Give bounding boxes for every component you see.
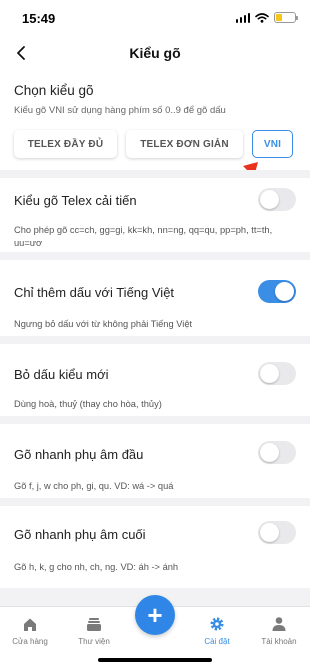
tab-store[interactable]: Cửa hàng: [0, 615, 60, 646]
setting-new-tone-style: Bỏ dấu kiểu mới Dùng hoà, thuỷ (thay cho…: [0, 344, 310, 416]
tab-settings[interactable]: Cài đặt: [187, 615, 247, 646]
setting-desc: Cho phép gõ cc=ch, gg=gi, kk=kh, nn=ng, …: [14, 225, 273, 248]
setting-telex-improved: Kiểu gõ Telex cải tiến Cho phép gõ cc=ch…: [0, 178, 310, 252]
divider: [0, 170, 310, 178]
home-icon: [24, 618, 36, 631]
tab-library[interactable]: Thư viện: [64, 615, 124, 646]
toggle-new-tone-style[interactable]: [258, 362, 296, 385]
setting-quick-final-consonant: Gõ nhanh phụ âm cuối Gõ h, k, g cho nh, …: [0, 506, 310, 588]
status-bar: 15:49: [0, 0, 310, 36]
setting-title: Chỉ thêm dấu với Tiếng Việt: [14, 285, 175, 300]
tab-account[interactable]: Tài khoản: [249, 615, 309, 646]
setting-title: Gõ nhanh phụ âm cuối: [14, 527, 146, 542]
tab-label: Tài khoản: [261, 637, 297, 646]
setting-title: Kiểu gõ Telex cải tiến: [14, 193, 137, 208]
tab-label: Thư viện: [78, 637, 110, 646]
battery-icon: [274, 12, 298, 23]
home-indicator: [98, 658, 212, 662]
settings-content: Chọn kiểu gõ Kiểu gõ VNI sử dụng hàng ph…: [0, 70, 310, 606]
input-method-options: TELEX ĐẦY ĐỦ TELEX ĐƠN GIẢN VNI: [14, 130, 293, 158]
gear-icon: [210, 617, 224, 631]
setting-title: Bỏ dấu kiểu mới: [14, 367, 109, 382]
setting-vietnamese-only: Chỉ thêm dấu với Tiếng Việt Ngưng bỏ dấu…: [0, 260, 310, 336]
add-button[interactable]: +: [135, 595, 175, 635]
divider: [0, 416, 310, 424]
option-vni[interactable]: VNI: [252, 130, 293, 158]
divider: [0, 498, 310, 506]
setting-desc: Gõ f, j, w cho ph, gi, qu. VD: wá -> quá: [14, 481, 174, 491]
library-icon: [87, 617, 101, 631]
status-time: 15:49: [22, 11, 56, 26]
nav-bar: Kiểu gõ: [0, 36, 310, 70]
input-method-section: Chọn kiểu gõ Kiểu gõ VNI sử dụng hàng ph…: [0, 70, 310, 188]
option-telex-full[interactable]: TELEX ĐẦY ĐỦ: [14, 130, 117, 158]
input-method-desc: Kiểu gõ VNI sử dụng hàng phím số 0..9 để…: [14, 105, 226, 116]
toggle-telex-improved[interactable]: [258, 188, 296, 211]
tab-label: Cửa hàng: [12, 637, 48, 646]
divider: [0, 252, 310, 260]
signal-icon: [235, 12, 250, 23]
setting-quick-initial-consonant: Gõ nhanh phụ âm đầu Gõ f, j, w cho ph, g…: [0, 424, 310, 498]
toggle-quick-final-consonant[interactable]: [258, 521, 296, 544]
user-icon: [272, 617, 286, 631]
status-icons: [235, 12, 298, 23]
input-method-title: Chọn kiểu gõ: [14, 83, 94, 98]
tab-label: Cài đặt: [204, 637, 230, 646]
setting-desc: Gõ h, k, g cho nh, ch, ng. VD: áh -> ánh: [14, 562, 179, 572]
wifi-icon: [255, 12, 269, 23]
divider: [0, 336, 310, 344]
setting-desc: Ngưng bỏ dấu với từ không phải Tiếng Việ…: [14, 319, 193, 329]
option-telex-simple[interactable]: TELEX ĐƠN GIẢN: [126, 130, 243, 158]
plus-icon: +: [147, 600, 163, 630]
toggle-vietnamese-only[interactable]: [258, 280, 296, 303]
page-title: Kiểu gõ: [129, 45, 181, 61]
toggle-quick-initial-consonant[interactable]: [258, 441, 296, 464]
setting-desc: Dùng hoà, thuỷ (thay cho hòa, thủy): [14, 399, 162, 409]
setting-title: Gõ nhanh phụ âm đầu: [14, 447, 144, 462]
